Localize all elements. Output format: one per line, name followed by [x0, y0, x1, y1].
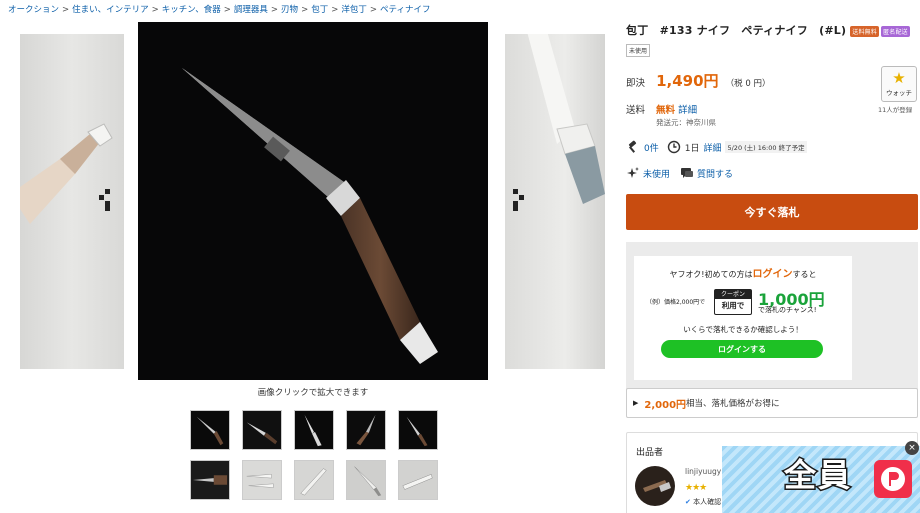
breadcrumb-item[interactable]: 洋包丁	[341, 5, 367, 15]
watch-count: 11人が登録	[878, 106, 913, 114]
chat-icon	[680, 166, 694, 180]
time-detail-link[interactable]: 詳細	[703, 141, 721, 154]
question-link[interactable]: 質問する	[697, 167, 733, 180]
breadcrumb-separator: >	[62, 5, 70, 15]
item-page: オークション > 住まい、インテリア > キッチン、食器 > 調理器具 > 刃物 > 包丁 > 洋包丁 >…	[0, 0, 920, 513]
breadcrumb-item[interactable]: 包丁	[311, 5, 328, 15]
breadcrumb-item[interactable]: 住まい、インテリア	[72, 5, 149, 15]
shipping-value: 無料	[656, 105, 676, 116]
coupon-top: クーポン	[715, 290, 751, 299]
thumbnail-2[interactable]	[242, 410, 282, 450]
app-logo-icon	[874, 460, 912, 498]
next-image-button[interactable]	[509, 187, 529, 213]
promo-chance: で落札のチャンス!	[758, 306, 817, 314]
condition-badge: 未使用	[626, 44, 651, 57]
seller-rating: ★★★	[685, 483, 707, 493]
thumbnail-1[interactable]	[190, 410, 230, 450]
time-left: 1日	[684, 143, 700, 154]
seller-verified-text: 本人確認	[693, 498, 722, 506]
price-label: 即決	[626, 78, 646, 89]
unused-link[interactable]: 未使用	[643, 167, 670, 180]
breadcrumb-separator: >	[301, 5, 309, 15]
end-date: 5/20 (土) 16:00 終了予定	[725, 141, 807, 153]
breadcrumb-separator: >	[331, 5, 339, 15]
breadcrumb: オークション > 住まい、インテリア > キッチン、食器 > 調理器具 > 刃物 > 包丁 > 洋包丁 >…	[8, 3, 430, 15]
price-row: 即決 1,490円 （税 0 円）	[626, 70, 770, 91]
main-product-image[interactable]	[138, 22, 488, 380]
seller-avatar[interactable]	[635, 466, 675, 506]
seller-name-link[interactable]: linjiyuugy	[685, 467, 721, 476]
thumbnail-5[interactable]	[398, 410, 438, 450]
verified-icon: ✔	[685, 498, 691, 506]
thumbnail-8[interactable]	[294, 460, 334, 500]
promo-card: ヤフオク!初めての方はログインすると （例）価格2,000円で クーポン 利用で…	[634, 256, 852, 380]
ad-close-button[interactable]: ×	[905, 441, 919, 455]
shipping-detail-link[interactable]: 詳細	[678, 105, 697, 116]
action-links-row: 未使用 質問する	[626, 166, 733, 180]
breadcrumb-separator: >	[369, 5, 377, 15]
free-shipping-tag: 送料無料	[850, 25, 880, 37]
gallery-caption: 画像クリックで拡大できます	[257, 388, 369, 398]
price-tax: （税 0 円）	[725, 79, 771, 89]
promo-headline-b: ログイン	[752, 269, 793, 280]
ad-banner[interactable]: 全員	[722, 446, 920, 513]
price-amount: 1,490円	[656, 72, 719, 90]
shipping-origin: 発送元：神奈川県	[656, 118, 716, 127]
watch-button[interactable]: ★ ウォッチ	[881, 66, 917, 102]
watch-label: ウォッチ	[886, 89, 912, 97]
promo-headline-a: ヤフオク!初めての方は	[669, 270, 753, 279]
buy-now-button[interactable]: 今すぐ落札	[626, 194, 918, 230]
breadcrumb-separator: >	[151, 5, 159, 15]
seller-verified: ✔ 本人確認	[685, 497, 721, 507]
breadcrumb-item[interactable]: キッチン、食器	[162, 5, 221, 15]
item-title: 包丁 #133 ナイフ ペティナイフ (#L) 送料無料 匿名配送	[626, 22, 918, 38]
previous-image-button[interactable]	[94, 187, 114, 213]
caret-right-icon: ▶	[633, 399, 639, 407]
sparkle-icon	[626, 166, 640, 180]
bid-count-link[interactable]: 0件	[644, 141, 659, 154]
bid-stats-row: 0件 1日 詳細 5/20 (土) 16:00 終了予定	[626, 140, 807, 154]
breadcrumb-item[interactable]: 調理器具	[234, 5, 268, 15]
seller-heading: 出品者	[636, 448, 664, 458]
clock-icon	[667, 140, 681, 154]
thumbnail-6[interactable]	[190, 460, 230, 500]
item-title-text: 包丁 #133 ナイフ ペティナイフ (#L)	[626, 24, 847, 37]
hint-text: 相当、落札価格がお得に	[686, 399, 780, 409]
hint-amount: 2,000円	[644, 399, 687, 411]
thumbnail-9[interactable]	[346, 460, 386, 500]
breadcrumb-item[interactable]: ペティナイフ	[380, 5, 431, 15]
thumbnail-3[interactable]	[294, 410, 334, 450]
ad-text: 全員	[782, 455, 853, 496]
anonymous-shipping-tag: 匿名配送	[881, 25, 910, 37]
star-icon: ★	[892, 69, 906, 87]
shipping-row: 送料 無料 詳細	[626, 102, 697, 116]
breadcrumb-separator: >	[223, 5, 231, 15]
login-promo-banner: ヤフオク!初めての方はログインすると （例）価格2,000円で クーポン 利用で…	[626, 242, 918, 394]
promo-offer: （例）価格2,000円で クーポン 利用で 1,000円 で落札のチャンス!	[640, 286, 852, 316]
coupon-bottom: 利用で	[721, 301, 745, 310]
thumbnail-4[interactable]	[346, 410, 386, 450]
breadcrumb-separator: >	[270, 5, 279, 15]
thumbnail-10[interactable]	[398, 460, 438, 500]
item-detail-panel: 包丁 #133 ナイフ ペティナイフ (#L) 送料無料 匿名配送 未使用 即決 …	[626, 22, 918, 513]
image-gallery	[0, 22, 620, 382]
gavel-icon	[626, 140, 640, 154]
login-button[interactable]: ログインする	[661, 340, 823, 358]
shipping-label: 送料	[626, 105, 646, 116]
promo-subtext: いくらで落札できるか確認しよう！	[683, 325, 803, 334]
thumbnail-7[interactable]	[242, 460, 282, 500]
thumbnail-strip	[190, 410, 440, 500]
breadcrumb-item[interactable]: 刃物	[281, 5, 298, 15]
bid-price-hint[interactable]: ▶ 2,000円 相当、落札価格がお得に	[626, 388, 918, 418]
promo-headline-c: すると	[792, 270, 817, 279]
promo-example: （例）価格2,000円で	[646, 299, 706, 306]
coupon-badge: クーポン 利用で	[714, 289, 752, 315]
promo-headline: ヤフオク!初めての方はログインすると	[634, 265, 852, 280]
breadcrumb-item[interactable]: オークション	[8, 5, 59, 15]
